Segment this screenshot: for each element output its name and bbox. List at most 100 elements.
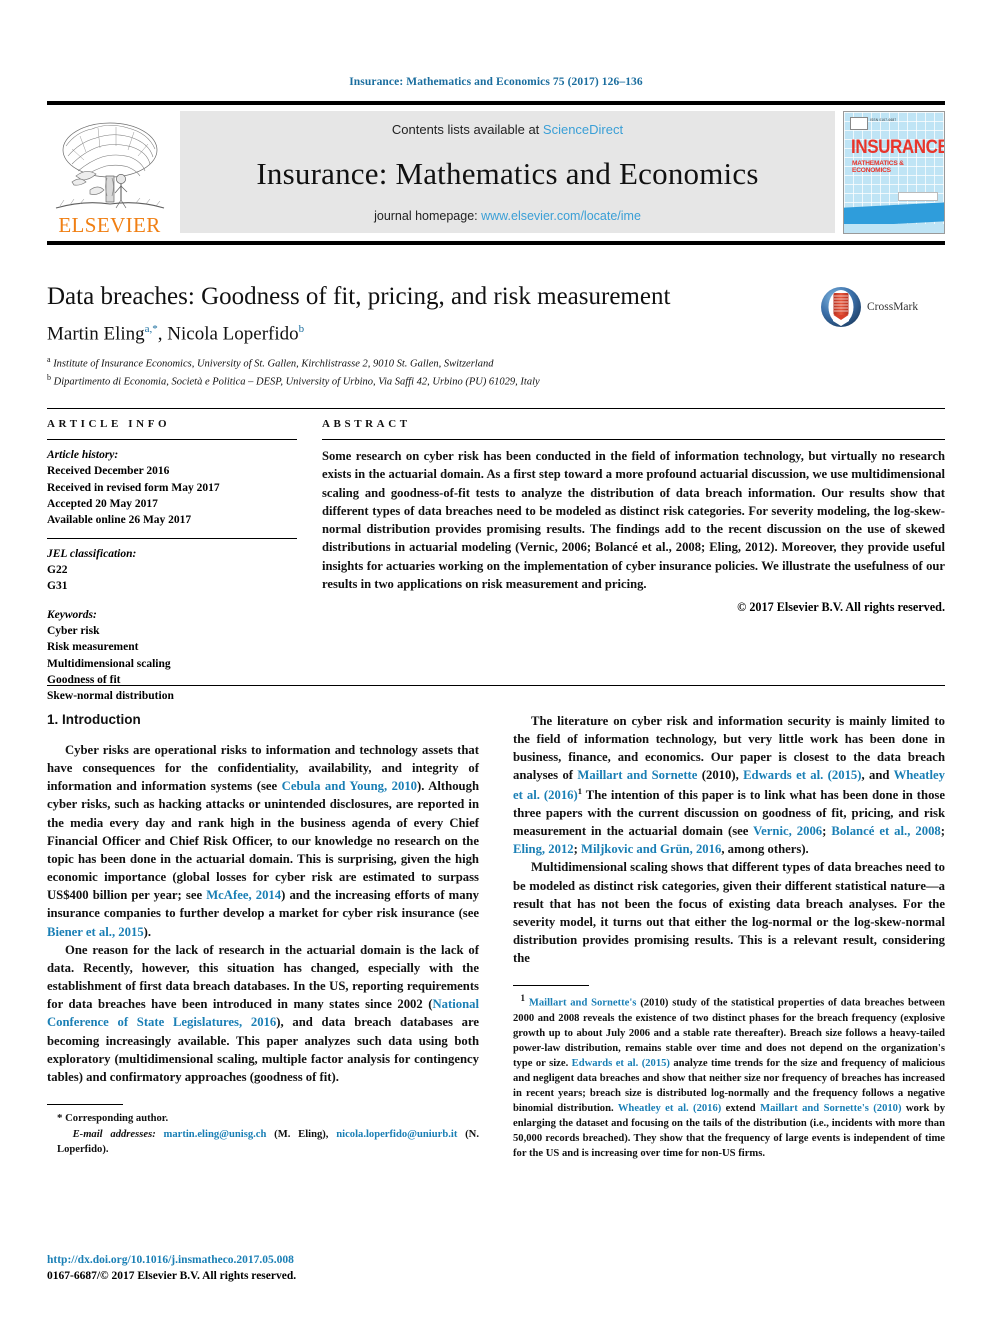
affiliation-a: a Institute of Insurance Economics, Univ…: [47, 354, 945, 372]
elsevier-wordmark: ELSEVIER: [58, 213, 161, 237]
affiliation-b-marker: b: [47, 373, 51, 383]
keyword-item: Risk measurement: [47, 641, 139, 654]
contents-available-line: Contents lists available at ScienceDirec…: [392, 122, 623, 137]
text-run: ). Although cyber risks, such as hacking…: [47, 779, 479, 903]
citation-cebula-young[interactable]: Cebula and Young, 2010: [282, 779, 417, 793]
info-top-rule: [47, 408, 945, 409]
journal-cover-thumbnail: ISSN 0167-6687 INSURANCE MATHEMATICS & E…: [843, 111, 945, 234]
footnote-star-marker: *: [57, 1111, 63, 1124]
keyword-item: Cyber risk: [47, 624, 100, 637]
doi-link[interactable]: http://dx.doi.org/10.1016/j.insmatheco.2…: [47, 1252, 479, 1268]
text-run: ;: [573, 842, 582, 857]
abstract-column: ABSTRACT Some research on cyber risk has…: [322, 418, 945, 615]
paragraph-intro-2: One reason for the lack of research in t…: [47, 941, 479, 1086]
corresponding-author-text: Corresponding author.: [65, 1112, 169, 1124]
citation-vernic[interactable]: Vernic, 2006: [753, 824, 822, 838]
journal-homepage-line: journal homepage: www.elsevier.com/locat…: [374, 209, 641, 223]
citation-maillart-sornette-fn2[interactable]: Maillart and Sornette's (2010): [760, 1103, 901, 1114]
keyword-item: Skew-normal distribution: [47, 690, 174, 703]
history-item: Available online 26 May 2017: [47, 514, 192, 527]
author-2-affil-marker[interactable]: b: [299, 323, 305, 335]
footnote-separator-left: [47, 1103, 123, 1105]
journal-homepage-link[interactable]: www.elsevier.com/locate/ime: [481, 209, 641, 223]
history-item: Received December 2016: [47, 465, 170, 478]
author-1-affil-marker[interactable]: a,*: [145, 323, 158, 335]
text-run: ).: [143, 924, 152, 939]
citation-bolance[interactable]: Bolancé et al., 2008: [831, 824, 940, 838]
crossmark-label: CrossMark: [867, 301, 919, 313]
author-1-name: Martin Eling: [47, 323, 145, 345]
text-run: One reason for the lack of research in t…: [47, 942, 479, 1012]
footnote-corresponding-author: * Corresponding author. E-mail addresses…: [47, 1111, 479, 1157]
text-run: extend: [721, 1103, 761, 1115]
body-column-left: 1. Introduction Cyber risks are operatio…: [47, 712, 479, 1157]
masthead-center-band: Contents lists available at ScienceDirec…: [180, 111, 835, 233]
paragraph-intro-4: Multidimensional scaling shows that diff…: [513, 860, 945, 966]
citation-biener[interactable]: Biener et al., 2015: [47, 925, 144, 939]
homepage-prefix: journal homepage:: [374, 209, 482, 223]
page-footer: http://dx.doi.org/10.1016/j.insmatheco.2…: [47, 1252, 479, 1284]
citation-mcafee[interactable]: McAfee, 2014: [206, 888, 281, 902]
jel-item: G22: [47, 563, 68, 576]
history-item: Accepted 20 May 2017: [47, 497, 158, 510]
article-history-label: Article history:: [47, 449, 119, 461]
email-link-loperfido[interactable]: nicola.loperfido@uniurb.it: [336, 1129, 457, 1140]
abstract-heading: ABSTRACT: [322, 418, 411, 430]
crossmark-badge[interactable]: CrossMark: [820, 283, 940, 331]
elsevier-logo: ELSEVIER: [47, 108, 172, 238]
page-title: Data breaches: Goodness of fit, pricing,…: [47, 283, 671, 310]
article-history-block: Article history: Received December 2016 …: [47, 447, 297, 529]
cover-white-band: [898, 192, 938, 201]
keywords-block: Keywords: Cyber risk Risk measurement Mu…: [47, 607, 297, 705]
email-link-eling[interactable]: martin.eling@unisg.ch: [164, 1129, 267, 1140]
paragraph-intro-1: Cyber risks are operational risks to inf…: [47, 741, 479, 941]
history-item: Received in revised form May 2017: [47, 481, 220, 494]
citation-maillart-sornette-fn[interactable]: Maillart and Sornette's: [529, 998, 637, 1009]
email-addresses-label: E-mail addresses:: [72, 1128, 156, 1140]
article-info-heading: ARTICLE INFO: [47, 418, 171, 430]
citation-maillart-sornette[interactable]: Maillart and Sornette: [577, 768, 697, 782]
text-run: (2010): [697, 768, 736, 783]
footnote-1-marker: 1: [520, 993, 526, 1004]
section-heading-introduction: 1. Introduction: [47, 712, 141, 727]
keywords-label: Keywords:: [47, 608, 97, 621]
text-run: ;: [940, 824, 945, 839]
author-separator: ,: [157, 323, 168, 345]
title-block: Data breaches: Goodness of fit, pricing,…: [47, 283, 945, 390]
text-run: ,: [735, 768, 744, 783]
issn-copyright-line: 0167-6687/© 2017 Elsevier B.V. All right…: [47, 1270, 297, 1283]
article-info-column: ARTICLE INFO Article history: Received D…: [47, 418, 297, 705]
cover-publisher-badge: [850, 117, 868, 130]
abstract-copyright: © 2017 Elsevier B.V. All rights reserved…: [737, 600, 945, 614]
abstract-rule: [322, 439, 945, 440]
journal-masthead: ELSEVIER Contents lists available at Sci…: [47, 101, 945, 245]
citation-miljkovic-grun[interactable]: Miljkovic and Grün, 2016: [581, 842, 721, 856]
text-run: , among others).: [721, 842, 809, 857]
sciencedirect-link[interactable]: ScienceDirect: [543, 122, 623, 137]
author-list: Martin Elinga,*, Nicola Loperfidob: [47, 323, 945, 345]
article-info-rule: [47, 439, 297, 440]
footnote-1: 1 Maillart and Sornette's (2010) study o…: [513, 992, 945, 1161]
citation-edwards[interactable]: Edwards et al. (2015): [743, 768, 861, 782]
email-owner-1: (M. Eling),: [266, 1128, 337, 1140]
cover-bottom-strip: [844, 224, 944, 233]
footnote-separator-right: [513, 985, 589, 987]
author-2-name: Nicola Loperfido: [167, 323, 299, 345]
elsevier-tree-icon: [55, 122, 164, 209]
affiliation-b: b Dipartimento di Economia, Società e Po…: [47, 372, 945, 390]
text-run: ;: [822, 824, 832, 839]
citation-eling[interactable]: Eling, 2012: [513, 842, 574, 856]
cover-title-text: INSURANCE: [851, 135, 945, 158]
affiliation-b-text: Dipartimento di Economia, Società e Poli…: [53, 376, 540, 388]
paper-page: Insurance: Mathematics and Economics 75 …: [0, 0, 992, 1323]
cover-subtitle-text: MATHEMATICS & ECONOMICS: [852, 160, 904, 174]
cover-issn-text: ISSN 0167-6687: [870, 118, 897, 122]
citation-wheatley-fn[interactable]: Wheatley et al. (2016): [618, 1103, 721, 1114]
abstract-text: Some research on cyber risk has been con…: [322, 449, 945, 591]
crossmark-icon: [821, 287, 861, 327]
jel-item: G31: [47, 580, 68, 593]
citation-edwards-fn[interactable]: Edwards et al. (2015): [572, 1058, 670, 1069]
contents-prefix: Contents lists available at: [391, 122, 543, 137]
affiliation-list: a Institute of Insurance Economics, Univ…: [47, 354, 945, 389]
